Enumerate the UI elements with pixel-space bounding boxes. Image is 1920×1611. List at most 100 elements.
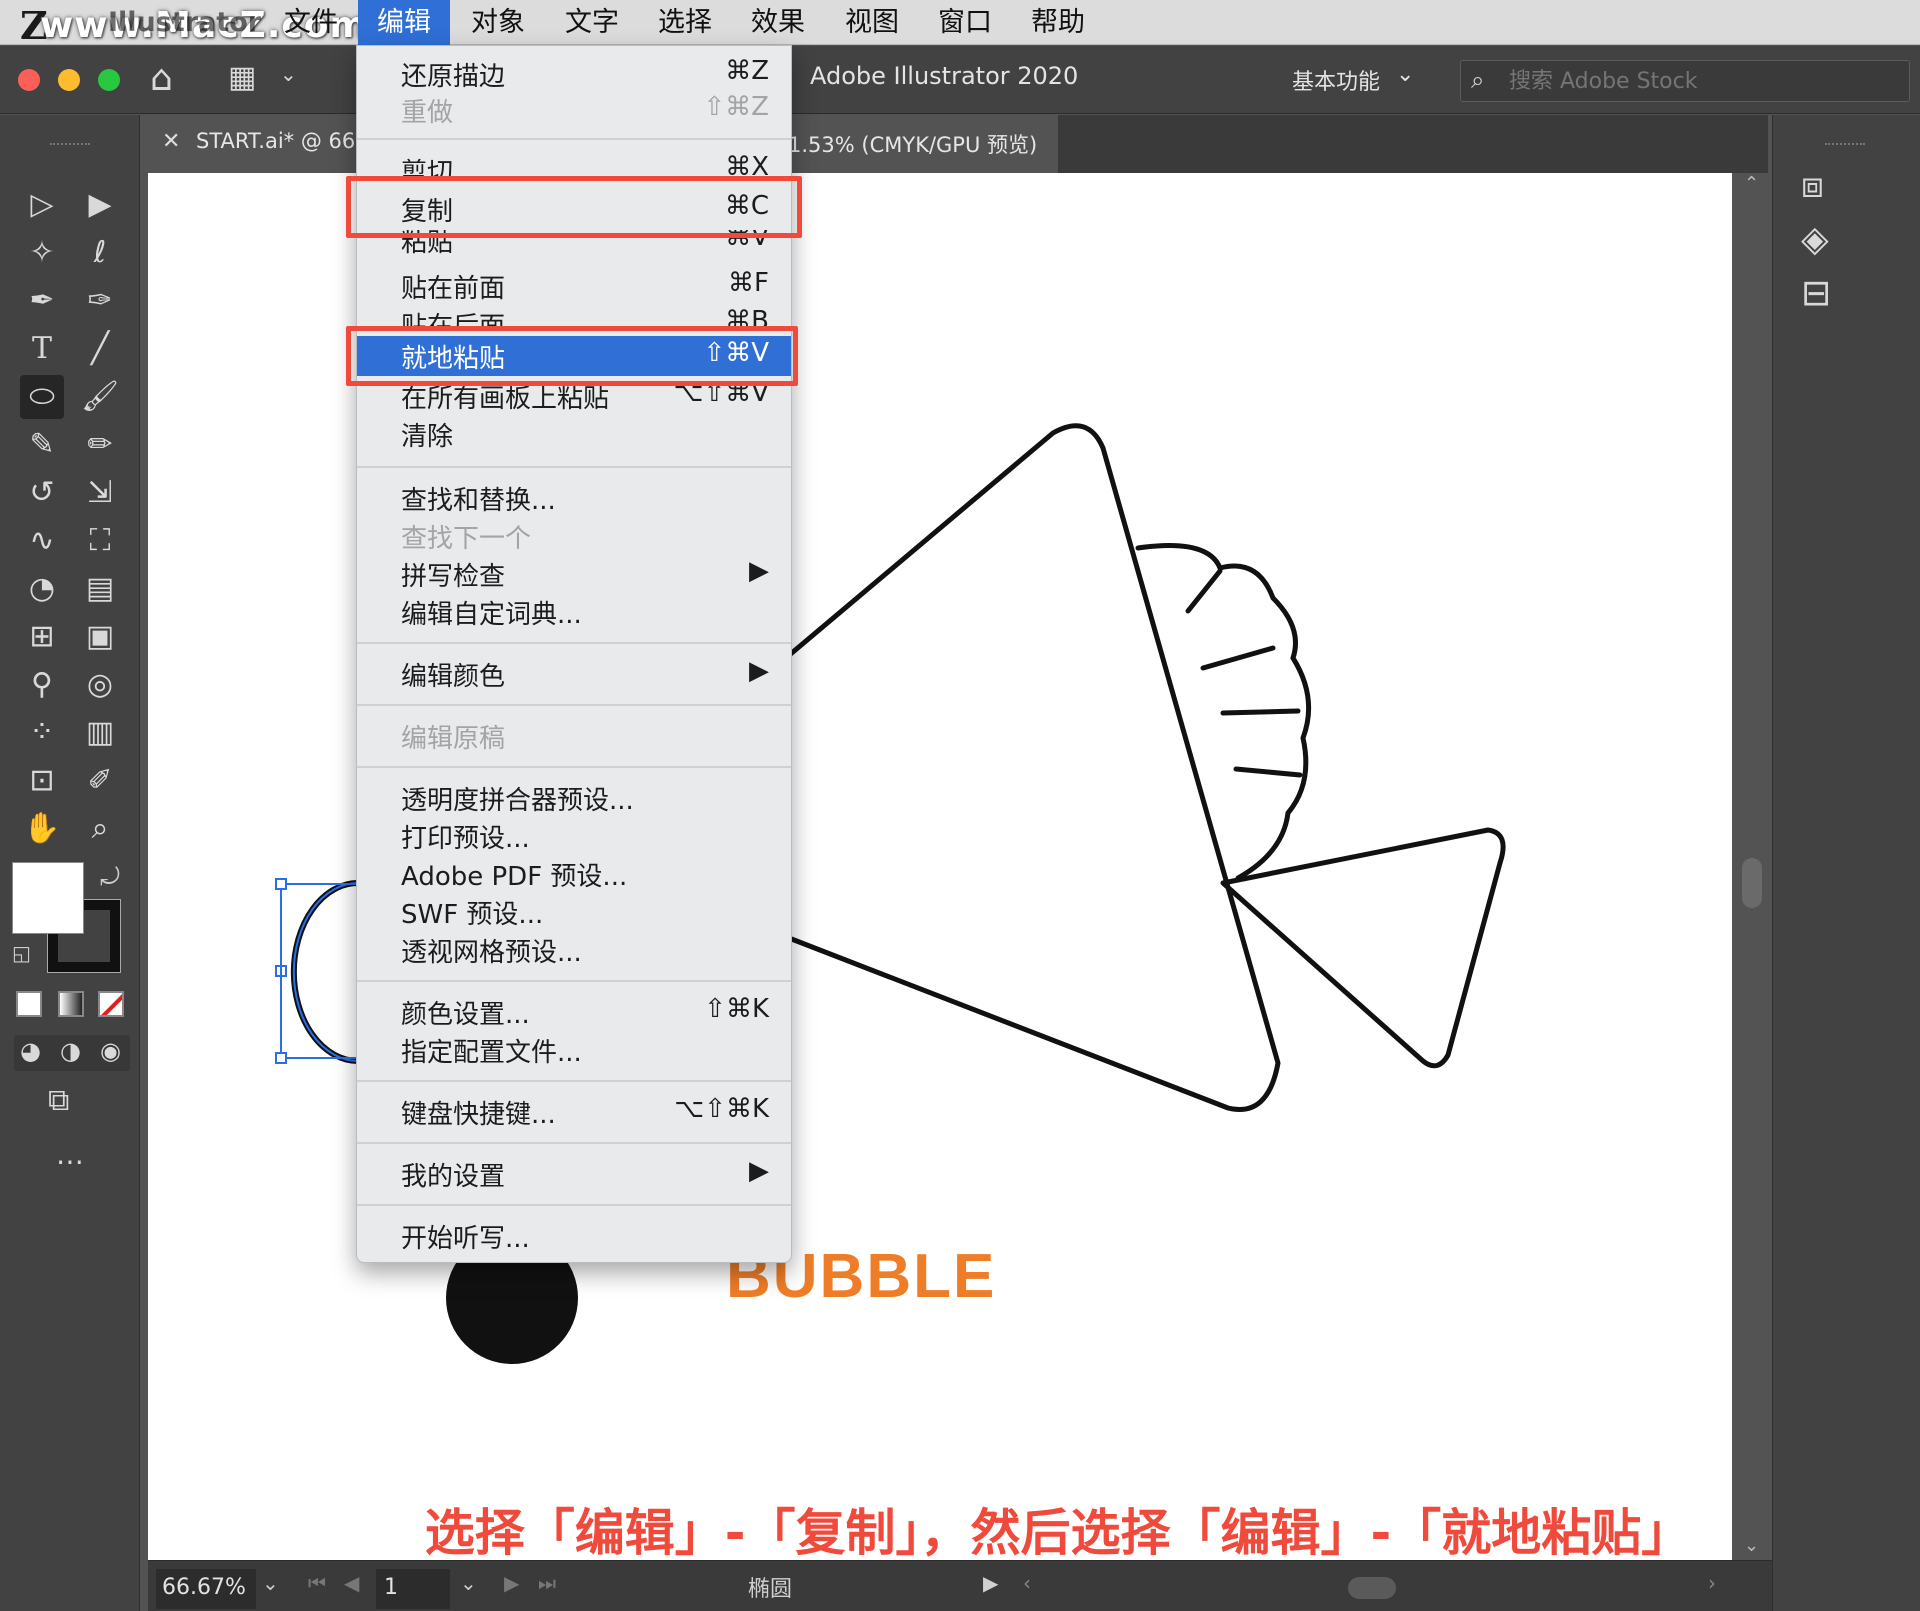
menu-item-spelling[interactable]: 拼写检查 ▶	[357, 554, 791, 592]
line-tool-icon[interactable]: ╱	[78, 327, 122, 371]
menu-item-print-presets[interactable]: 打印预设...	[357, 816, 791, 854]
window-close-button[interactable]	[18, 69, 40, 91]
mesh-tool-icon[interactable]: ⊞	[20, 615, 64, 659]
menu-item-paste-in-front[interactable]: 贴在前面 ⌘F	[357, 266, 791, 304]
menu-item-swf-presets[interactable]: SWF 预设...	[357, 892, 791, 930]
scroll-left-icon[interactable]: ‹	[1023, 1571, 1031, 1595]
draw-inside-icon[interactable]: ◉	[100, 1037, 121, 1065]
scroll-up-icon[interactable]: ⌃	[1744, 173, 1759, 194]
scroll-right-icon[interactable]: ›	[1708, 1571, 1716, 1595]
zoom-level-field[interactable]: 66.67%	[156, 1569, 256, 1609]
first-artboard-icon[interactable]: ⏮	[308, 1571, 326, 1595]
zoom-tool-icon[interactable]: ⌕	[78, 807, 122, 851]
vertical-scrollbar[interactable]: ⌃ ⌄	[1732, 173, 1772, 1560]
zoom-chevron-down-icon[interactable]: ⌄	[262, 1571, 279, 1595]
curvature-tool-icon[interactable]: ✑	[78, 279, 122, 323]
selection-tool-icon[interactable]: ▷	[20, 183, 64, 227]
hand-tool-icon[interactable]: ✋	[20, 807, 64, 851]
lasso-icon[interactable]: ℓ	[78, 231, 122, 275]
menu-item-edit-dictionary[interactable]: 编辑自定词典...	[357, 592, 791, 630]
artboard-chevron-down-icon[interactable]: ⌄	[460, 1571, 477, 1595]
gradient-mode-swatch[interactable]	[58, 991, 84, 1017]
menu-item-my-settings[interactable]: 我的设置 ▶	[357, 1154, 791, 1192]
status-menu-icon[interactable]: ▶	[983, 1571, 998, 1595]
menu-item-pdf-presets[interactable]: Adobe PDF 预设...	[357, 854, 791, 892]
previous-artboard-icon[interactable]: ◀	[344, 1571, 359, 1595]
menu-item-find-replace[interactable]: 查找和替换...	[357, 478, 791, 516]
scale-tool-icon[interactable]: ⇲	[78, 471, 122, 515]
workspace-chevron-down-icon[interactable]: ⌄	[1396, 62, 1414, 87]
gradient-tool-icon[interactable]: ▣	[78, 615, 122, 659]
screen-mode-icon[interactable]: ⧉	[48, 1083, 69, 1118]
next-artboard-icon[interactable]: ▶	[504, 1571, 519, 1595]
menu-item-cut[interactable]: 剪切 ⌘X	[357, 150, 791, 176]
last-artboard-icon[interactable]: ⏭	[538, 1571, 556, 1595]
home-icon[interactable]: ⌂	[150, 58, 173, 99]
arrange-chevron-down-icon[interactable]: ⌄	[280, 62, 297, 86]
blend-tool-icon[interactable]: ◎	[78, 663, 122, 707]
shaper-tool-icon[interactable]: ✎	[20, 423, 64, 467]
draw-normal-icon[interactable]: ◕	[20, 1037, 41, 1065]
scroll-thumb[interactable]	[1742, 858, 1762, 908]
scroll-down-icon[interactable]: ⌄	[1744, 1535, 1759, 1556]
stock-search-box[interactable]: ⌕	[1460, 60, 1910, 102]
menu-help[interactable]: 帮助	[1018, 0, 1098, 45]
default-fill-stroke-icon[interactable]: ◱	[12, 941, 31, 965]
eyedropper-icon[interactable]: ⚲	[20, 663, 64, 707]
layers-icon[interactable]: ◈	[1801, 219, 1829, 260]
panel-grip[interactable]	[50, 143, 90, 147]
window-minimize-button[interactable]	[58, 69, 80, 91]
menu-item-edit-colors[interactable]: 编辑颜色 ▶	[357, 654, 791, 692]
magic-wand-icon[interactable]: ✧	[20, 231, 64, 275]
menu-item-start-dictation[interactable]: 开始听写...	[357, 1216, 791, 1254]
horizontal-scroll-thumb[interactable]	[1348, 1577, 1396, 1599]
menu-item-clear[interactable]: 清除	[357, 414, 791, 452]
swap-fill-stroke-icon[interactable]: ⤾	[100, 863, 120, 891]
workspace-switcher[interactable]: 基本功能	[1292, 64, 1380, 96]
perspective-grid-icon[interactable]: ▤	[78, 567, 122, 611]
shape-builder-icon[interactable]: ◔	[20, 567, 64, 611]
artboard-tool-icon[interactable]: ⊡	[20, 759, 64, 803]
paintbrush-icon[interactable]: 🖌	[78, 375, 122, 419]
free-transform-icon[interactable]: ⛶	[78, 519, 122, 563]
menu-item-paste-in-back[interactable]: 贴在后面⌘B	[357, 304, 791, 326]
menu-effect[interactable]: 效果	[738, 0, 818, 45]
menu-window[interactable]: 窗口	[925, 0, 1005, 45]
panel-grip[interactable]	[1825, 143, 1865, 147]
menu-item-keyboard-shortcuts[interactable]: 键盘快捷键... ⌥⇧⌘K	[357, 1092, 791, 1130]
menu-edit[interactable]: 编辑	[358, 0, 450, 45]
window-zoom-button[interactable]	[98, 69, 120, 91]
menu-item-flattener-presets[interactable]: 透明度拼合器预设...	[357, 778, 791, 816]
pen-tool-icon[interactable]: ✒	[20, 279, 64, 323]
pencil-tool-icon[interactable]: ✏	[78, 423, 122, 467]
arrange-documents-icon[interactable]: ▦	[228, 60, 256, 95]
direct-selection-tool-icon[interactable]: ▶	[78, 183, 122, 227]
libraries-icon[interactable]: ⊟	[1801, 273, 1831, 314]
symbol-sprayer-icon[interactable]: ⁘	[20, 711, 64, 755]
draw-behind-icon[interactable]: ◑	[60, 1037, 81, 1065]
type-tool-icon[interactable]: T	[20, 327, 64, 371]
rotate-tool-icon[interactable]: ↺	[20, 471, 64, 515]
menu-item-paste-on-all-artboards[interactable]: 在所有画板上粘贴 ⌥⇧⌘V	[357, 384, 791, 412]
menu-item-color-settings[interactable]: 颜色设置... ⇧⌘K	[357, 992, 791, 1030]
more-tools-icon[interactable]: ⋯	[56, 1145, 84, 1178]
menu-type[interactable]: 文字	[552, 0, 632, 45]
ellipse-tool-icon[interactable]: ⬭	[20, 375, 64, 419]
column-graph-icon[interactable]: ▥	[78, 711, 122, 755]
fill-color-swatch[interactable]	[12, 862, 84, 934]
menu-app-name[interactable]: Illustrator	[108, 0, 261, 45]
color-mode-swatch[interactable]	[16, 991, 42, 1017]
properties-icon[interactable]: ⧈	[1801, 165, 1824, 207]
menu-select[interactable]: 选择	[645, 0, 725, 45]
menu-file[interactable]: 文件	[270, 0, 352, 45]
menu-view[interactable]: 视图	[832, 0, 912, 45]
menu-object[interactable]: 对象	[458, 0, 538, 45]
artboard-number-field[interactable]: 1	[376, 1569, 450, 1609]
menu-item-undo[interactable]: 还原描边 ⌘Z	[357, 54, 791, 92]
slice-tool-icon[interactable]: ✐	[78, 759, 122, 803]
stock-search-input[interactable]	[1509, 65, 1899, 97]
close-tab-icon[interactable]: ✕	[162, 129, 180, 154]
menu-item-perspective-presets[interactable]: 透视网格预设...	[357, 930, 791, 968]
none-mode-swatch[interactable]	[98, 991, 124, 1017]
warp-tool-icon[interactable]: ∿	[20, 519, 64, 563]
